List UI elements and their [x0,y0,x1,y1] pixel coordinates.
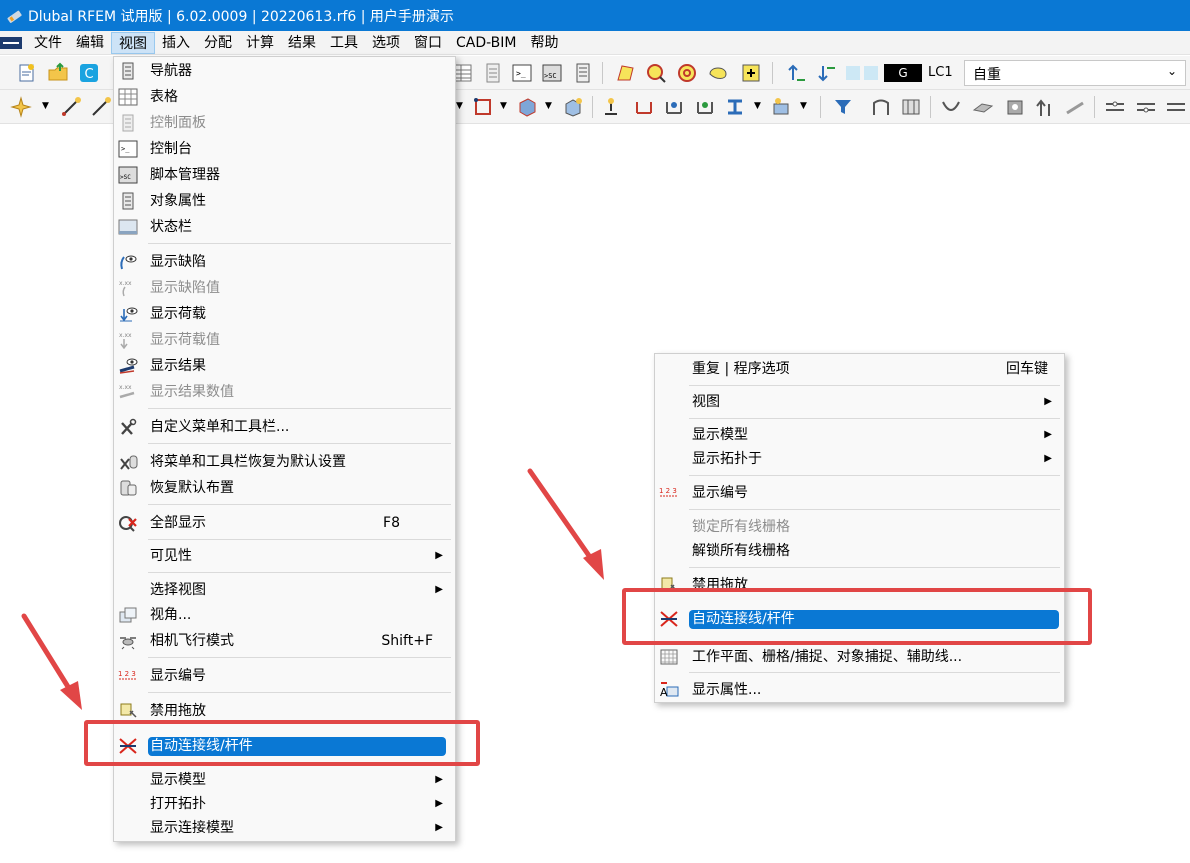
annotation-arrows [21,468,604,710]
annotation-arrow-right [527,468,604,580]
app-window: Dlubal RFEM 试用版 | 6.02.0009 | 20220613.r… [0,0,1190,863]
annotation-arrow-left [21,613,82,710]
